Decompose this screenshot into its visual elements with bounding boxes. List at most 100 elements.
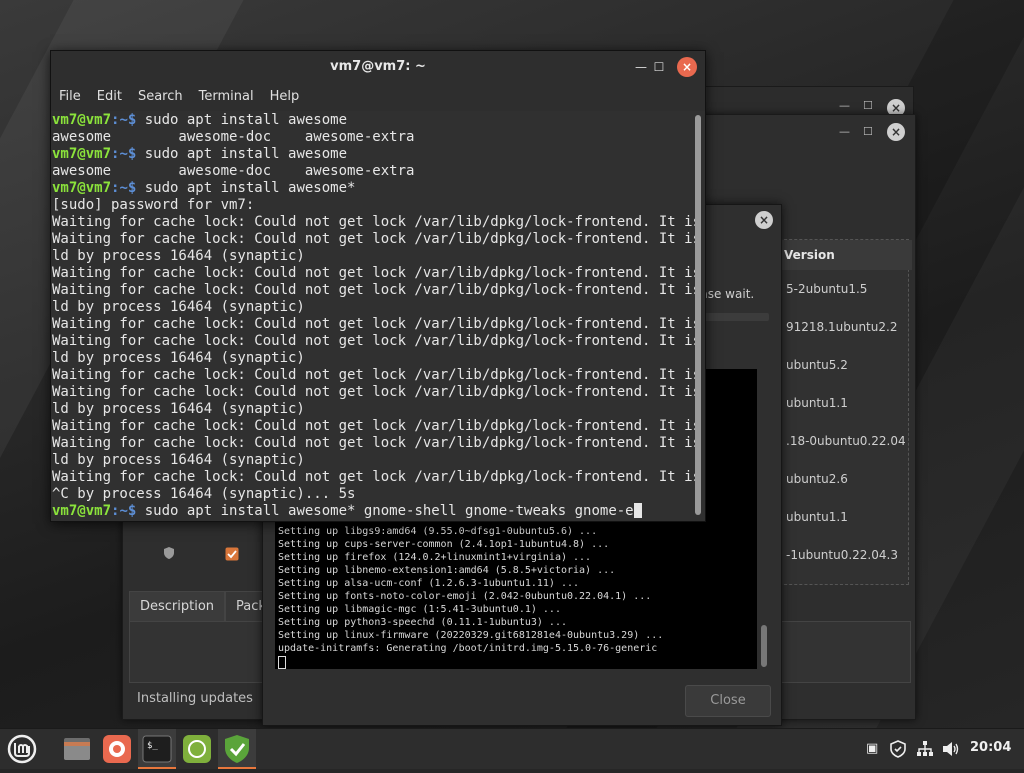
line-text: sudo apt install awesome* — [144, 180, 356, 196]
line-text: Waiting for cache lock: Could not get lo… — [52, 316, 705, 332]
maximize-icon[interactable]: ☐ — [649, 57, 669, 77]
close-icon[interactable]: × — [755, 211, 773, 229]
firefox-launcher[interactable] — [98, 729, 136, 769]
version-cell[interactable]: 5-2ubuntu1.5 — [786, 282, 867, 296]
update-manager-icon — [225, 735, 249, 763]
terminal-line: ld by process 16464 (synaptic) — [52, 452, 305, 469]
maximize-icon[interactable]: ☐ — [863, 99, 873, 112]
line-text: awesome awesome-doc awesome-extra — [52, 163, 415, 179]
terminal-line: ld by process 16464 (synaptic) — [52, 350, 305, 367]
terminal-output[interactable]: vm7@vm7:~$ sudo apt install awesome aweso… — [51, 111, 705, 521]
terminal-line: Waiting for cache lock: Could not get lo… — [52, 418, 705, 435]
version-cell[interactable]: ubuntu1.1 — [786, 396, 848, 410]
tab-description[interactable]: Description — [129, 591, 226, 623]
menu-search[interactable]: Terminal — [191, 83, 262, 111]
volume-icon[interactable] — [942, 741, 960, 757]
log-line: Setting up python3-speechd (0.11.1-1ubun… — [278, 617, 567, 628]
line-text: Waiting for cache lock: Could not get lo… — [52, 435, 705, 451]
terminal-line: Waiting for cache lock: Could not get lo… — [52, 282, 705, 299]
network-icon[interactable] — [916, 740, 934, 758]
terminal-line: Waiting for cache lock: Could not get lo… — [52, 214, 705, 231]
terminal-launcher[interactable]: $_ — [138, 729, 176, 769]
line-text: Waiting for cache lock: Could not get lo… — [52, 265, 705, 281]
window-title: vm7@vm7: ~ — [330, 59, 426, 74]
menu-view[interactable]: Search — [130, 83, 191, 111]
terminal-line: ld by process 16464 (synaptic) — [52, 401, 305, 418]
terminal-line: awesome awesome-doc awesome-extra — [52, 163, 414, 180]
prompt-user: vm7@vm7 — [52, 503, 112, 519]
line-text: sudo apt install awesome — [144, 112, 348, 128]
line-text: Waiting for cache lock: Could not get lo… — [52, 333, 705, 349]
line-text: [sudo] password for vm7: — [52, 197, 255, 213]
menu-file[interactable]: File — [51, 83, 89, 111]
line-text: Waiting for cache lock: Could not get lo… — [52, 384, 705, 400]
line-text: awesome awesome-doc awesome-extra — [52, 129, 415, 145]
line-text: ld by process 16464 (synaptic) — [52, 248, 305, 264]
update-manager-launcher[interactable] — [218, 729, 256, 769]
terminal-line: vm7@vm7:~$ sudo apt install awesome* — [52, 180, 355, 197]
files-launcher[interactable] — [58, 729, 96, 769]
log-line: Setting up libgs9:amd64 (9.55.0~dfsg1-0u… — [278, 526, 598, 537]
terminal-window: vm7@vm7: ~ — ☐ × File Edit Search Termin… — [50, 50, 706, 522]
files-icon — [64, 738, 90, 760]
version-cell[interactable]: ubuntu1.1 — [786, 510, 848, 524]
terminal-cursor — [633, 503, 642, 518]
minimize-icon[interactable]: — — [631, 57, 651, 77]
line-text: Waiting for cache lock: Could not get lo… — [52, 282, 705, 298]
shield-icon[interactable] — [890, 740, 906, 758]
log-line: Setting up firefox (124.0.2+linuxmint1+v… — [278, 552, 592, 563]
prompt-user: vm7@vm7 — [52, 146, 112, 162]
terminal-line: ld by process 16464 (synaptic) — [52, 248, 305, 265]
line-text: ld by process 16464 (synaptic) — [52, 401, 305, 417]
software-manager-launcher[interactable] — [178, 729, 216, 769]
line-text: ld by process 16464 (synaptic) — [52, 452, 305, 468]
version-cell[interactable]: .18-0ubuntu0.22.04 — [786, 434, 906, 448]
version-cell[interactable]: -1ubuntu0.22.04.3 — [786, 548, 898, 562]
terminal-line: awesome awesome-doc awesome-extra — [52, 129, 414, 146]
close-button[interactable]: Close — [685, 685, 771, 717]
terminal-line: Waiting for cache lock: Could not get lo… — [52, 435, 705, 452]
menu-button[interactable] — [2, 729, 40, 769]
version-cell[interactable]: ubuntu2.6 — [786, 472, 848, 486]
minimize-icon[interactable]: — — [839, 125, 850, 138]
menu-terminal[interactable]: Help — [262, 83, 308, 111]
maximize-icon[interactable]: ☐ — [863, 125, 873, 138]
terminal-line: Waiting for cache lock: Could not get lo… — [52, 469, 705, 486]
menu-edit[interactable]: Edit — [89, 83, 130, 111]
firefox-icon — [103, 735, 131, 763]
terminal-line: vm7@vm7:~$ sudo apt install awesome — [52, 112, 347, 129]
terminal-line: Waiting for cache lock: Could not get lo… — [52, 384, 705, 401]
scrollbar[interactable] — [695, 115, 701, 515]
prompt-user: vm7@vm7 — [52, 180, 112, 196]
terminal-cursor — [278, 656, 286, 669]
checkbox-checked-icon[interactable] — [225, 547, 239, 561]
line-text: sudo apt install awesome* gnome-shell gn… — [144, 503, 634, 519]
updates-list[interactable]: Version 5-2ubuntu1.5 91218.1ubuntu2.2 ubun… — [779, 239, 912, 585]
terminal-line: vm7@vm7:~$ sudo apt install awesome — [52, 146, 347, 163]
mint-menu-icon — [7, 734, 37, 764]
title-bar[interactable]: vm7@vm7: ~ — ☐ × — [51, 51, 705, 83]
terminal-line: Waiting for cache lock: Could not get lo… — [52, 367, 705, 384]
log-line: Setting up linux-firmware (20220329.git6… — [278, 630, 664, 641]
log-line: update-initramfs: Generating /boot/initr… — [278, 643, 658, 654]
minimize-icon[interactable]: — — [839, 99, 850, 112]
close-icon[interactable]: × — [887, 123, 905, 141]
prompt-path: :~$ — [111, 503, 145, 519]
menu-help[interactable] — [307, 83, 323, 111]
close-icon[interactable]: × — [677, 57, 697, 77]
clock[interactable]: 20:04 — [970, 740, 1011, 755]
version-cell[interactable]: ubuntu5.2 — [786, 358, 848, 372]
notifications-icon[interactable]: ▣ — [866, 741, 878, 756]
line-text: Waiting for cache lock: Could not get lo… — [52, 214, 705, 230]
log-line: Setting up cups-server-common (2.4.1op1-… — [278, 539, 610, 550]
scrollbar[interactable] — [761, 625, 767, 667]
version-column-header[interactable]: Version — [780, 240, 912, 270]
terminal-line: vm7@vm7:~$ sudo apt install awesome* gno… — [52, 503, 642, 520]
terminal-icon: $_ — [142, 735, 172, 763]
version-cell[interactable]: 91218.1ubuntu2.2 — [786, 320, 897, 334]
log-line: Setting up libnemo-extension1:amd64 (5.8… — [278, 565, 616, 576]
prompt-path: :~$ — [111, 112, 145, 128]
prompt-user: vm7@vm7 — [52, 112, 112, 128]
line-text: sudo apt install awesome — [144, 146, 348, 162]
line-text: Waiting for cache lock: Could not get lo… — [52, 231, 705, 247]
